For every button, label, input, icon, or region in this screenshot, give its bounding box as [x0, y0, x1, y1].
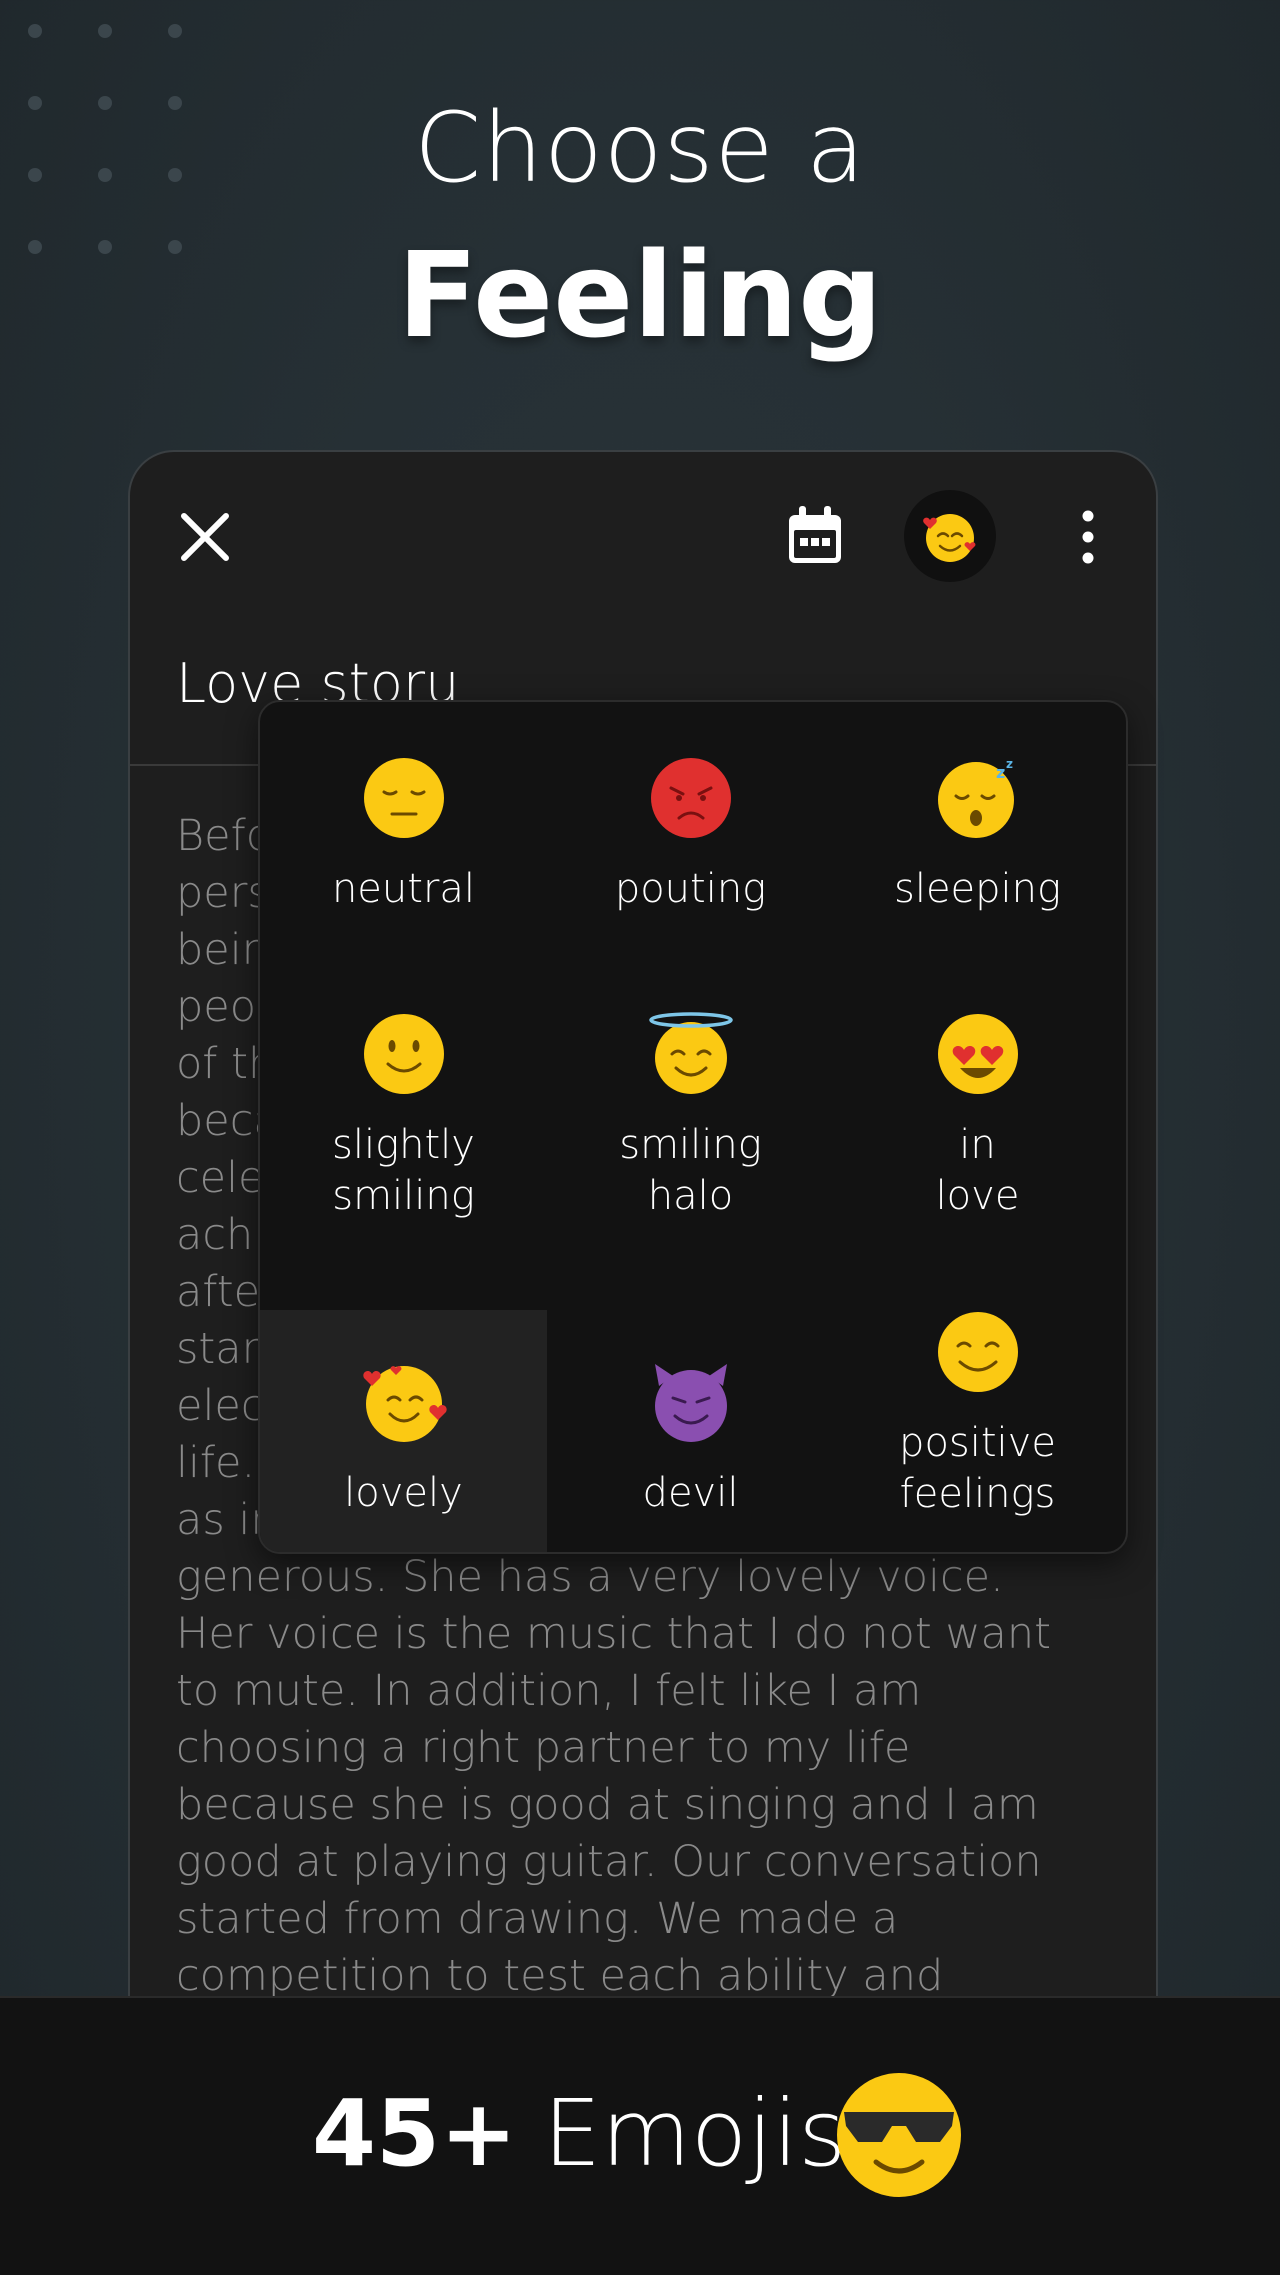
- svg-text:z: z: [1006, 757, 1013, 771]
- emoji-count: 45+: [312, 2080, 518, 2187]
- lovely-emoji-icon: [923, 514, 976, 562]
- more-vert-icon[interactable]: [1078, 510, 1098, 564]
- feeling-option-smiling-halo[interactable]: smiling halo: [547, 1012, 834, 1310]
- feeling-option-sleeping[interactable]: z z sleeping: [834, 756, 1121, 1012]
- feeling-option-neutral[interactable]: neutral: [260, 756, 547, 1012]
- emoji-word: Emojis: [543, 2080, 847, 2187]
- feeling-label: positive feelings: [899, 1420, 1056, 1517]
- feeling-option-in-love[interactable]: in love: [834, 1012, 1121, 1310]
- footer-banner: 45+ Emojis: [0, 1996, 1280, 2275]
- smiling-halo-face-icon: [648, 1012, 733, 1094]
- feeling-button[interactable]: [904, 490, 996, 582]
- sunglasses-face-icon: [837, 2073, 961, 2197]
- feeling-label: neutral: [331, 866, 476, 912]
- feeling-option-positive-feelings[interactable]: positive feelings: [834, 1310, 1121, 1552]
- feeling-label: slightly smiling: [332, 1122, 475, 1219]
- feeling-label: sleeping: [893, 866, 1062, 912]
- feeling-label: pouting: [614, 866, 767, 912]
- feeling-label: smiling halo: [619, 1122, 762, 1219]
- svg-text:z: z: [996, 763, 1005, 782]
- calendar-icon[interactable]: [786, 506, 844, 566]
- feeling-picker: neutral pouting z z sleeping slightly sm…: [258, 700, 1128, 1554]
- headline-line2: Feeling: [397, 226, 883, 364]
- feeling-label: lovely: [344, 1470, 463, 1516]
- feeling-label: in love: [935, 1122, 1020, 1219]
- footer-text: 45+ Emojis: [312, 2080, 846, 2187]
- headline-line1: Choose a: [414, 92, 866, 204]
- close-icon[interactable]: [178, 510, 232, 564]
- heart-eyes-face-icon: [937, 1014, 1018, 1094]
- feeling-option-devil[interactable]: devil: [547, 1310, 834, 1552]
- feeling-option-slightly-smiling[interactable]: slightly smiling: [260, 1012, 547, 1310]
- pouting-face-icon: [650, 758, 731, 838]
- neutral-face-icon: [363, 758, 444, 838]
- feeling-label: devil: [642, 1470, 739, 1516]
- smiling-devil-face-icon: [654, 1364, 727, 1442]
- smiling-face-icon: [937, 1312, 1018, 1392]
- smiling-hearts-face-icon: [362, 1366, 447, 1442]
- feeling-option-pouting[interactable]: pouting: [547, 756, 834, 1012]
- editor-toolbar: [130, 452, 1156, 612]
- sleeping-face-icon: z z: [937, 757, 1014, 838]
- feeling-option-lovely[interactable]: lovely: [260, 1310, 547, 1552]
- slightly-smiling-face-icon: [363, 1014, 444, 1094]
